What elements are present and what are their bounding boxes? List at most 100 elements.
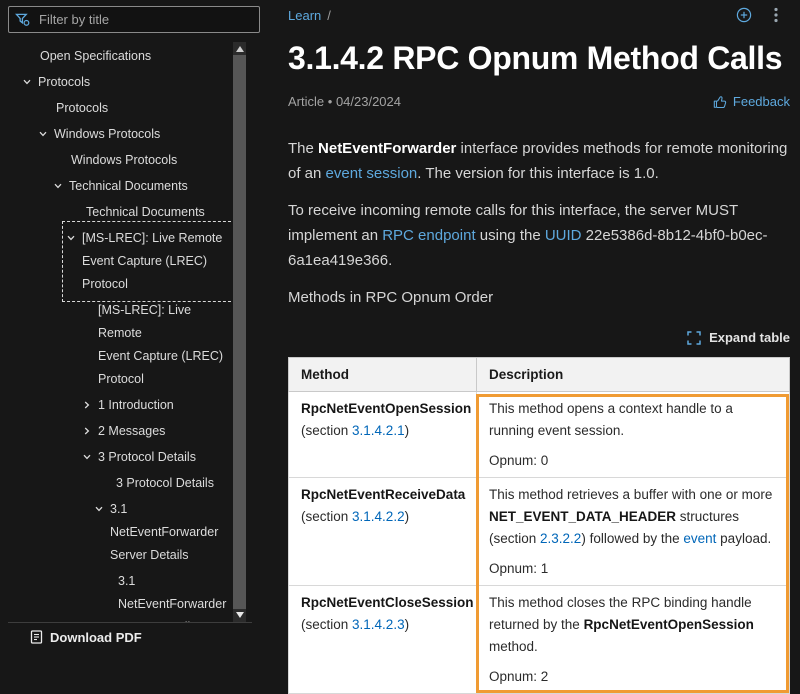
filter-icon	[15, 12, 30, 27]
tree-item-label: 3.1 NetEventForwarder Server Details	[118, 570, 226, 622]
text-run: payload.	[716, 531, 771, 546]
table-header-row: Method Description	[289, 358, 790, 392]
breadcrumb-learn-link[interactable]: Learn	[288, 8, 321, 23]
feedback-button[interactable]: Feedback	[713, 94, 790, 109]
page-title: 3.1.4.2 RPC Opnum Method Calls	[288, 39, 790, 77]
text-run: . The version for this interface is 1.0.	[417, 165, 659, 182]
chevron-down-icon[interactable]	[53, 181, 69, 191]
tree-item[interactable]: 3 Protocol Details	[0, 445, 234, 471]
tree-item-label: 3 Protocol Details	[98, 446, 196, 469]
opnum-label: Opnum: 2	[489, 666, 777, 688]
method-name: RpcNetEventCloseSession	[301, 595, 474, 610]
inline-link[interactable]: event	[683, 531, 716, 546]
tree-item-label: Technical Documents	[86, 201, 205, 224]
paragraph: The NetEventForwarder interface provides…	[288, 136, 790, 186]
filter-box[interactable]	[8, 6, 260, 33]
chevron-down-icon[interactable]	[94, 504, 110, 514]
expand-table-button[interactable]: Expand table	[687, 330, 790, 345]
column-header-description: Description	[477, 358, 790, 392]
tree-item[interactable]: Open Specifications	[0, 44, 234, 70]
add-circle-icon[interactable]	[736, 7, 752, 23]
text-run: The	[288, 140, 318, 157]
scroll-up-arrow-icon[interactable]	[236, 46, 244, 52]
expand-table-label: Expand table	[709, 330, 790, 345]
chevron-down-icon[interactable]	[82, 452, 98, 462]
tree-item-label: [MS-LREC]: Live Remote Event Capture (LR…	[98, 299, 234, 391]
text-run: (section	[301, 617, 352, 632]
description-text: This method closes the RPC binding handl…	[489, 592, 777, 658]
inline-link[interactable]: 3.1.4.2.1	[352, 423, 405, 438]
download-pdf-button[interactable]: Download PDF	[8, 622, 252, 651]
bold-text: NetEventForwarder	[318, 140, 456, 157]
tree-item[interactable]: Windows Protocols	[0, 148, 234, 174]
inline-link[interactable]: RPC endpoint	[382, 227, 475, 244]
kebab-menu-icon[interactable]	[774, 7, 778, 23]
inline-link[interactable]: UUID	[545, 227, 582, 244]
text-run: using the	[476, 227, 545, 244]
method-cell: RpcNetEventCloseSession (section 3.1.4.2.…	[289, 586, 477, 694]
expand-table-icon	[687, 331, 701, 345]
table-row: RpcNetEventCloseSession (section 3.1.4.2.…	[289, 586, 790, 694]
scrollbar-thumb[interactable]	[233, 55, 246, 609]
tree-item-label: 1 Introduction	[98, 394, 174, 417]
table-row: RpcNetEventOpenSession (section 3.1.4.2.1…	[289, 392, 790, 478]
text-run: (section	[301, 423, 352, 438]
tree-item-label: Open Specifications	[40, 45, 151, 68]
inline-link[interactable]: 3.1.4.2.3	[352, 617, 405, 632]
tree-item-label: 3 Protocol Details	[116, 472, 214, 495]
topbar: Learn /	[288, 0, 790, 24]
inline-link[interactable]: 3.1.4.2.2	[352, 509, 405, 524]
tree-item[interactable]: 3.1 NetEventForwarder Server Details	[0, 497, 234, 569]
tree-item[interactable]: 2 Messages	[0, 419, 234, 445]
tree-item-label: Windows Protocols	[54, 123, 160, 146]
method-section-ref: (section 3.1.4.2.3)	[301, 614, 464, 636]
bold-text: NET_EVENT_DATA_HEADER	[489, 509, 676, 524]
methods-table: Method Description RpcNetEventOpenSessio…	[288, 357, 790, 694]
description-cell: This method retrieves a buffer with one …	[477, 478, 790, 586]
tree-item[interactable]: Windows Protocols	[0, 122, 234, 148]
breadcrumb-separator: /	[327, 8, 331, 23]
filter-input[interactable]	[37, 11, 253, 28]
tree-item[interactable]: Protocols	[0, 70, 234, 96]
download-pdf-label: Download PDF	[50, 630, 142, 645]
chevron-down-icon[interactable]	[22, 77, 38, 87]
inline-link[interactable]: event session	[326, 165, 418, 182]
paragraph: To receive incoming remote calls for thi…	[288, 198, 790, 273]
tree-item[interactable]: 1 Introduction	[0, 393, 234, 419]
tree-item[interactable]: Technical Documents	[0, 200, 234, 226]
chevron-down-icon[interactable]	[38, 129, 54, 139]
inline-link[interactable]: 2.3.2.2	[540, 531, 581, 546]
method-cell: RpcNetEventOpenSession (section 3.1.4.2.1…	[289, 392, 477, 478]
method-section-ref: (section 3.1.4.2.2)	[301, 506, 464, 528]
method-name: RpcNetEventOpenSession	[301, 401, 471, 416]
tree-item[interactable]: 3 Protocol Details	[0, 471, 234, 497]
toc-tree: Open SpecificationsProtocolsProtocolsWin…	[0, 44, 234, 622]
chevron-right-icon[interactable]	[82, 400, 98, 410]
chevron-right-icon[interactable]	[82, 426, 98, 436]
thumbs-up-icon	[713, 95, 727, 109]
opnum-label: Opnum: 0	[489, 450, 777, 472]
chevron-down-icon[interactable]	[66, 233, 82, 243]
sidebar-scrollbar[interactable]	[233, 42, 246, 622]
text-run: )	[405, 423, 410, 438]
scroll-down-arrow-icon[interactable]	[236, 612, 244, 618]
text-run: (section	[301, 509, 352, 524]
description-text: This method retrieves a buffer with one …	[489, 484, 777, 550]
pdf-document-icon	[30, 630, 43, 644]
tree-item[interactable]: [MS-LREC]: Live Remote Event Capture (LR…	[0, 298, 234, 393]
tree-item[interactable]: 3.1 NetEventForwarder Server Details	[0, 569, 234, 622]
bold-text: RpcNetEventOpenSession	[584, 617, 754, 632]
table-row: RpcNetEventReceiveData(section 3.1.4.2.2…	[289, 478, 790, 586]
tree-item-label: 2 Messages	[98, 420, 165, 443]
feedback-label: Feedback	[733, 94, 790, 109]
tree-item-label: [MS-LREC]: Live Remote Event Capture (LR…	[82, 227, 222, 296]
article-meta-text: Article • 04/23/2024	[288, 94, 401, 109]
tree-item[interactable]: Technical Documents	[0, 174, 234, 200]
breadcrumb: Learn /	[288, 8, 331, 23]
description-cell: This method opens a context handle to a …	[477, 392, 790, 478]
tree-item[interactable]: Protocols	[0, 96, 234, 122]
main-content: Learn / 3.1.4.2 RPC Opnum Method Calls	[260, 0, 800, 651]
tree-item-selected[interactable]: [MS-LREC]: Live Remote Event Capture (LR…	[0, 226, 234, 298]
text-run: This method opens a context handle to a …	[489, 401, 733, 438]
text-run: )	[405, 617, 410, 632]
